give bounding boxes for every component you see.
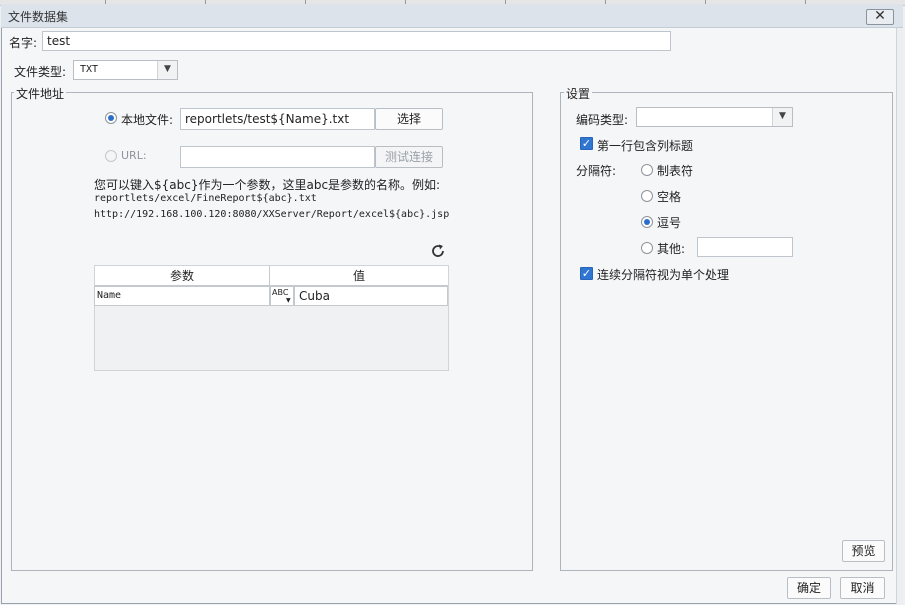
param-example-path: reportlets/excel/FineReport${abc}.txt bbox=[94, 193, 317, 204]
params-header-value: 值 bbox=[270, 266, 448, 286]
params-header-param: 参数 bbox=[95, 266, 270, 286]
file-type-value: TXT bbox=[80, 64, 99, 75]
url-label: URL: bbox=[121, 149, 147, 162]
encoding-label: 编码类型: bbox=[576, 113, 629, 127]
settings-title: 设置 bbox=[564, 85, 593, 102]
url-input[interactable] bbox=[180, 146, 375, 168]
delimiter-other-input[interactable] bbox=[697, 237, 793, 257]
file-type-label: 文件类型: bbox=[14, 65, 67, 79]
dialog-title: 文件数据集 bbox=[8, 10, 69, 24]
delimiter-comma-radio[interactable] bbox=[641, 216, 653, 228]
ok-button[interactable]: 确定 bbox=[787, 577, 831, 599]
delimiter-other-label: 其他: bbox=[657, 242, 686, 256]
choose-file-button[interactable]: 选择 bbox=[375, 108, 443, 130]
url-radio[interactable] bbox=[105, 150, 117, 162]
merge-delimiters-checkbox[interactable]: ✓ bbox=[580, 267, 593, 280]
merge-delimiters-label: 连续分隔符视为单个处理 bbox=[597, 268, 730, 282]
delimiter-space-label: 空格 bbox=[657, 190, 682, 204]
name-label: 名字: bbox=[9, 36, 38, 50]
local-file-path-input[interactable]: reportlets/test${Name}.txt bbox=[180, 108, 375, 130]
delimiter-label: 分隔符: bbox=[576, 164, 617, 178]
chevron-down-icon: ▼ bbox=[157, 61, 177, 79]
file-address-title: 文件地址 bbox=[14, 85, 67, 102]
first-row-header-label: 第一行包含列标题 bbox=[597, 139, 694, 153]
local-file-radio[interactable] bbox=[105, 112, 117, 124]
local-file-label: 本地文件: bbox=[121, 113, 174, 127]
refresh-button[interactable] bbox=[430, 243, 446, 259]
param-hint-text: 您可以键入${abc}作为一个参数，这里abc是参数的名称。例如: bbox=[94, 178, 441, 192]
close-icon: ✕ bbox=[874, 8, 886, 24]
encoding-select[interactable]: ▼ bbox=[636, 107, 793, 127]
delimiter-tab-radio[interactable] bbox=[641, 164, 653, 176]
preview-button[interactable]: 预览 bbox=[842, 540, 885, 562]
test-connection-button[interactable]: 测试连接 bbox=[375, 146, 443, 168]
param-name-cell[interactable]: Name bbox=[94, 286, 270, 306]
file-type-select[interactable]: TXT ▼ bbox=[73, 60, 178, 80]
name-input[interactable]: test bbox=[42, 31, 671, 51]
delimiter-comma-label: 逗号 bbox=[657, 216, 682, 230]
param-example-url: http://192.168.100.120:8080/XXServer/Rep… bbox=[94, 209, 450, 220]
param-value-cell[interactable]: Cuba bbox=[294, 286, 448, 306]
delimiter-tab-label: 制表符 bbox=[657, 164, 694, 178]
chevron-down-icon: ▼ bbox=[772, 108, 792, 126]
dialog-side-strip bbox=[896, 28, 903, 604]
type-dropdown-icon: ▼ bbox=[286, 297, 291, 304]
close-button[interactable]: ✕ bbox=[866, 9, 894, 25]
param-type-button[interactable]: ABC ▼ bbox=[270, 286, 294, 306]
refresh-icon bbox=[432, 244, 444, 257]
cancel-button[interactable]: 取消 bbox=[840, 577, 885, 599]
delimiter-space-radio[interactable] bbox=[641, 190, 653, 202]
delimiter-other-radio[interactable] bbox=[641, 242, 653, 254]
first-row-header-checkbox[interactable]: ✓ bbox=[580, 137, 593, 150]
dialog-titlebar bbox=[1, 4, 903, 28]
